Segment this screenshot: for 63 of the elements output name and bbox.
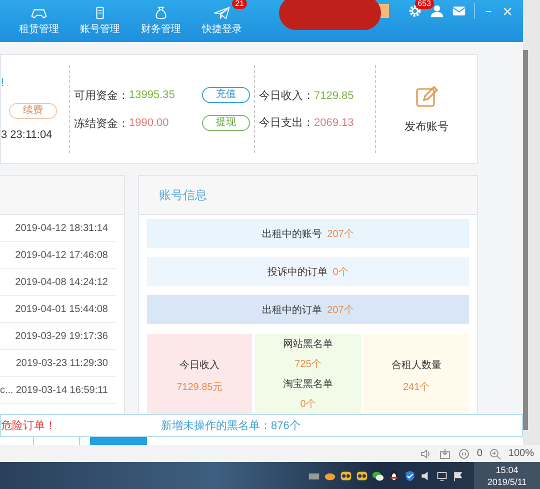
tile-label: 网站黑名单: [282, 338, 333, 351]
stat-label: 出租中的账号: [262, 228, 322, 240]
tile-value: 241个: [402, 381, 430, 394]
tile-label: 今日收入: [180, 358, 220, 372]
clock-time: 15:04: [496, 464, 518, 476]
today-label: 今日支出：: [259, 116, 314, 130]
blocked-count: 0: [476, 448, 482, 459]
stat-label: 投诉中的订单: [268, 266, 328, 278]
fund-label: 可用资金：: [74, 88, 129, 102]
stat-count: 207个: [327, 228, 354, 240]
download-icon[interactable]: [438, 448, 451, 460]
stat-count: 207个: [327, 304, 354, 316]
publish-account-button[interactable]: 发布账号: [375, 65, 477, 153]
zoom-level[interactable]: 100%: [508, 448, 534, 459]
today-label: 今日收入：: [259, 89, 314, 103]
user-icon[interactable]: [430, 4, 444, 18]
list-item-time: 2019-04-08 14:24:12: [15, 276, 108, 288]
paper-plane-icon: [214, 6, 230, 20]
list-item-time: 2019-03-29 19:17:36: [15, 330, 108, 342]
pencil-icon: [414, 84, 438, 108]
fund-amount: 1990.00: [129, 117, 169, 129]
alert-text: 危险订单！: [1, 419, 57, 433]
nav-item[interactable]: 租赁管理: [10, 6, 68, 36]
nav-item[interactable]: 财务管理: [132, 6, 190, 36]
today-amount: 7129.85: [314, 90, 354, 102]
network-icon[interactable]: [436, 470, 448, 482]
notification-badge: 653: [414, 0, 434, 9]
list-item-time: 2019-04-12 17:46:08: [15, 250, 108, 260]
panel-title: 账号信息: [159, 186, 207, 204]
fund-amount: 13995.35: [129, 89, 175, 101]
tile-label: 淘宝黑名单: [282, 378, 333, 391]
scrollbar[interactable]: [523, 50, 528, 430]
tile-value: 0个: [300, 398, 316, 411]
expiry-time: 3 23:11:04: [1, 129, 52, 141]
renew-button[interactable]: 续费: [9, 103, 57, 119]
list-item-text: c...: [0, 384, 14, 396]
blacklist-notice[interactable]: 新增未操作的黑名单：876个: [161, 418, 300, 433]
zoom-icon[interactable]: [489, 448, 502, 460]
action-button[interactable]: 充值: [202, 87, 250, 103]
tile-label: 合租人数量: [391, 359, 442, 372]
flag-icon[interactable]: [452, 470, 464, 482]
action-button[interactable]: 提现: [202, 115, 250, 131]
list-item-time: 2019-04-01 15:44:08: [15, 304, 108, 314]
close-icon[interactable]: [502, 6, 513, 16]
tile-value: 725个: [294, 358, 322, 371]
penguin-icon[interactable]: [388, 470, 400, 482]
stat-count: 0个: [332, 266, 348, 278]
title-fragment[interactable]: !: [1, 77, 4, 89]
mail-icon[interactable]: [452, 4, 466, 18]
tile-value: 7129.85元: [176, 381, 223, 394]
today-amount: 2069.13: [314, 116, 354, 128]
nav-item[interactable]: 快捷登录: [193, 6, 251, 36]
stat-label: 出租中的订单: [262, 304, 322, 316]
clock-date: 2019/5/11: [487, 476, 527, 488]
clock[interactable]: 15:04 2019/5/11: [474, 462, 540, 489]
notification-badge: 21: [232, 0, 247, 9]
fund-label: 冻结资金：: [74, 116, 129, 130]
chat-bubbles-icon[interactable]: [372, 470, 384, 482]
list-item-time: 2019-03-23 11:29:30: [16, 358, 108, 368]
nav-item[interactable]: 账号管理: [71, 6, 129, 36]
list-item-time: 2019-03-14 16:59:11: [16, 384, 108, 396]
money-bag-icon: [153, 6, 169, 20]
list-item-time: 2019-04-12 18:31:14: [15, 222, 108, 234]
